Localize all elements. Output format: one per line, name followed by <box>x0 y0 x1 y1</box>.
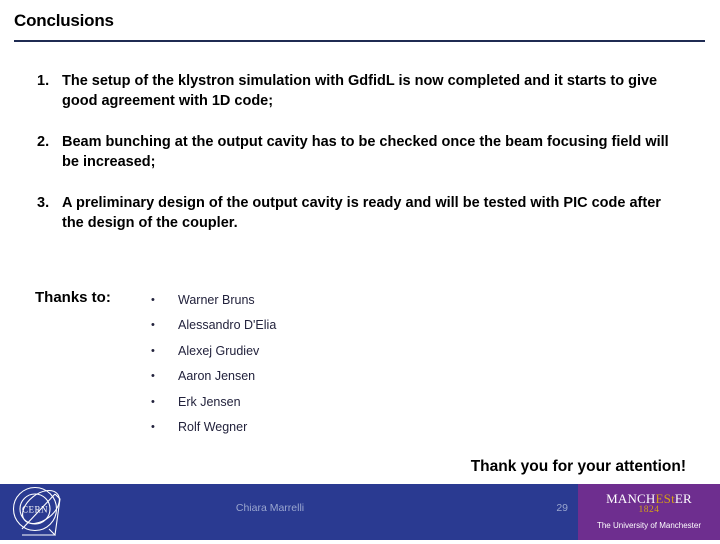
bullet-icon: • <box>151 294 155 306</box>
list-item: • Erk Jensen <box>148 393 276 418</box>
acknowledgement-name: Aaron Jensen <box>178 369 256 384</box>
manchester-wordmark: MANCHEStER <box>578 492 720 505</box>
footer-author: Chiara Marrelli <box>235 502 305 514</box>
bullet-icon: • <box>151 344 155 357</box>
manchester-word-part-4: ER <box>674 491 692 506</box>
page-title: Conclusions <box>14 11 114 30</box>
list-item: • Aaron Jensen <box>148 367 276 392</box>
manchester-word-part-2: ES <box>655 491 672 506</box>
list-item: • Alessandro D'Elia <box>148 316 276 341</box>
list-item: • Alexej Grudiev <box>148 342 276 367</box>
acknowledgement-name: Alessandro D'Elia <box>178 318 277 333</box>
slide-footer: CERN Chiara Marrelli 29 MANCHEStER 1824 … <box>0 484 720 540</box>
acknowledgement-name: Rolf Wegner <box>178 419 248 434</box>
bullet-icon: • <box>151 370 155 383</box>
acknowledgement-name: Warner Bruns <box>178 293 255 307</box>
list-item: • Rolf Wegner <box>148 418 276 443</box>
list-item-marker: 1. <box>37 73 50 89</box>
footer-page-number: 29 <box>556 502 568 514</box>
list-item-text: Beam bunching at the output cavity has t… <box>62 134 669 170</box>
list-item: 3. A preliminary design of the output ca… <box>0 193 720 233</box>
list-item-text: A preliminary design of the output cavit… <box>62 195 661 231</box>
acknowledgement-name: Erk Jensen <box>178 394 241 409</box>
list-item-marker: 3. <box>37 195 50 211</box>
list-item: • Warner Bruns <box>148 291 276 316</box>
manchester-word-part-1: MANCH <box>606 491 656 506</box>
list-item: 1. The setup of the klystron simulation … <box>0 71 720 111</box>
list-item-text: The setup of the klystron simulation wit… <box>62 73 658 109</box>
slide-canvas: Conclusions 1. The setup of the klystron… <box>0 0 720 540</box>
acknowledgement-name: Alexej Grudiev <box>178 343 260 358</box>
bullet-icon: • <box>151 319 155 332</box>
manchester-subtitle: The University of Manchester <box>596 520 702 530</box>
manchester-year: 1824 <box>638 505 660 515</box>
bullet-icon: • <box>151 420 155 433</box>
list-item-marker: 2. <box>37 134 50 150</box>
manchester-logo: MANCHEStER 1824 The University of Manche… <box>578 492 720 530</box>
bullet-icon: • <box>151 395 155 408</box>
acknowledgements-name-list: • Warner Bruns • Alessandro D'Elia • Ale… <box>148 291 276 443</box>
conclusions-list: 1. The setup of the klystron simulation … <box>0 71 720 254</box>
closing-message: Thank you for your attention! <box>470 458 686 475</box>
title-underline-rule <box>14 40 705 42</box>
list-item: 2. Beam bunching at the output cavity ha… <box>0 132 720 172</box>
acknowledgements-label: Thanks to: <box>35 289 111 306</box>
